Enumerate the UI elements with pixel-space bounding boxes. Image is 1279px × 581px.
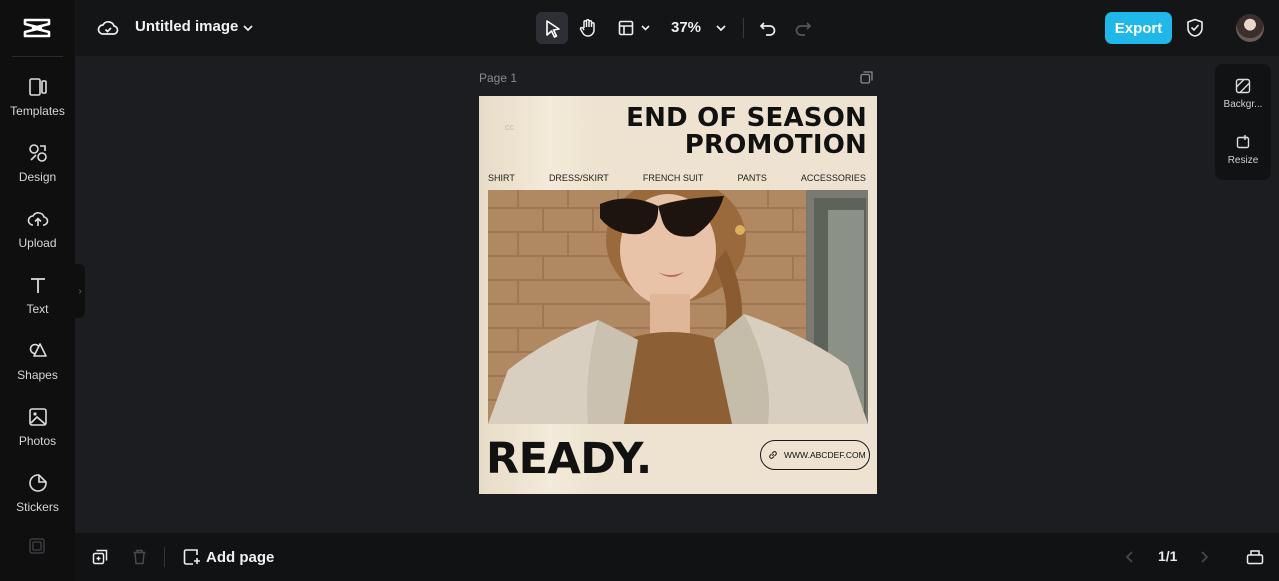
sidebar-item-text[interactable]: Text (0, 270, 75, 326)
sidebar-item-label: Text (26, 302, 49, 316)
design-headline[interactable]: READY. (486, 434, 652, 484)
upload-icon (27, 212, 48, 226)
duplicate-icon[interactable] (92, 549, 108, 565)
photos-icon (28, 408, 47, 426)
resize-icon (1236, 135, 1250, 149)
top-bar: Untitled image 37% Export (75, 0, 1279, 56)
pointer-icon (546, 20, 560, 38)
page-label: Page 1 (479, 71, 518, 85)
design-category-row[interactable]: SHIRT DRESS/SKIRT FRENCH SUIT PANTS ACCE… (488, 173, 866, 183)
document-title[interactable]: Untitled image (135, 18, 238, 35)
text-icon (30, 278, 45, 293)
design-category: ACCESSORIES (800, 173, 866, 183)
layout-icon[interactable] (618, 20, 634, 36)
duplicate-page-icon[interactable] (860, 71, 873, 84)
design-title-line1: END OF SEASON (626, 103, 867, 133)
background-icon (1235, 78, 1251, 94)
sidebar-item-templates[interactable]: Templates (0, 72, 75, 128)
design-title-line2: PROMOTION (684, 130, 867, 160)
sidebar-divider (12, 56, 63, 57)
design-page[interactable]: cc END OF SEASON PROMOTION SHIRT DRESS/S… (479, 96, 877, 494)
add-page-label: Add page (206, 548, 275, 566)
design-icon (28, 144, 47, 162)
sidebar-item-label: Templates (10, 104, 65, 118)
zoom-chevron-down-icon[interactable] (715, 22, 727, 34)
design-corner-mark: cc (505, 122, 514, 132)
resize-tool[interactable]: Resize (1215, 120, 1271, 170)
bottom-divider (164, 547, 165, 567)
page-counter: 1/1 (1158, 548, 1178, 564)
add-page-icon (183, 549, 200, 565)
sidebar-item-photos[interactable]: Photos (0, 402, 75, 458)
sidebar-item-label: Design (18, 170, 57, 184)
capcut-logo-icon[interactable] (22, 14, 52, 42)
stickers-icon (28, 474, 47, 492)
left-sidebar: Templates Design Upload Text Shapes Phot… (0, 0, 75, 581)
sidebar-item-label: Shapes (17, 368, 58, 382)
next-page-icon[interactable] (1198, 550, 1210, 564)
layout-chevron-down-icon[interactable] (640, 23, 651, 33)
sidebar-item-label: Stickers (16, 500, 59, 514)
sidebar-item-design[interactable]: Design (0, 138, 75, 194)
design-category: PANTS (737, 173, 767, 183)
design-model-photo[interactable] (488, 190, 868, 424)
export-button[interactable]: Export (1105, 12, 1172, 44)
resize-label: Resize (1227, 155, 1259, 166)
delete-icon[interactable] (132, 549, 147, 565)
user-avatar[interactable] (1236, 14, 1264, 42)
design-url-pill[interactable]: WWW.ABCDEF.COM (760, 440, 870, 470)
sidebar-item-label: Photos (18, 434, 57, 448)
sidebar-item-upload[interactable]: Upload (0, 204, 75, 260)
background-label: Backgr... (1223, 99, 1263, 110)
right-tool-panel: Backgr... Resize (1215, 64, 1271, 180)
add-page-button[interactable]: Add page (183, 548, 274, 566)
shield-check-icon[interactable] (1186, 18, 1204, 38)
zoom-level[interactable]: 37% (671, 19, 701, 36)
design-category: FRENCH SUIT (642, 173, 704, 183)
chevron-down-icon[interactable] (242, 22, 254, 34)
templates-icon (28, 78, 47, 96)
background-tool[interactable]: Backgr... (1215, 64, 1271, 114)
design-title[interactable]: END OF SEASON PROMOTION (626, 105, 867, 159)
cloud-save-icon[interactable] (97, 18, 119, 38)
design-category: SHIRT (488, 173, 515, 183)
design-url-text: WWW.ABCDEF.COM (784, 450, 866, 460)
sidebar-item-stickers[interactable]: Stickers (0, 468, 75, 524)
page-manager-icon[interactable] (1246, 549, 1264, 565)
more-tools-icon[interactable] (29, 538, 45, 554)
model-photo-illustration (488, 190, 868, 424)
link-icon (769, 451, 777, 459)
sidebar-item-shapes[interactable]: Shapes (0, 336, 75, 392)
previous-page-icon[interactable] (1124, 550, 1136, 564)
undo-icon[interactable] (759, 19, 777, 37)
toolbar-divider (743, 18, 744, 38)
redo-icon[interactable] (794, 19, 812, 37)
sidebar-collapse-handle[interactable]: › (75, 264, 85, 318)
bottom-bar: Add page 1/1 (75, 533, 1279, 581)
hand-tool-icon[interactable] (578, 18, 598, 38)
shapes-icon (29, 343, 47, 357)
sidebar-item-label: Upload (18, 236, 57, 250)
design-category: DRESS/SKIRT (548, 173, 609, 183)
